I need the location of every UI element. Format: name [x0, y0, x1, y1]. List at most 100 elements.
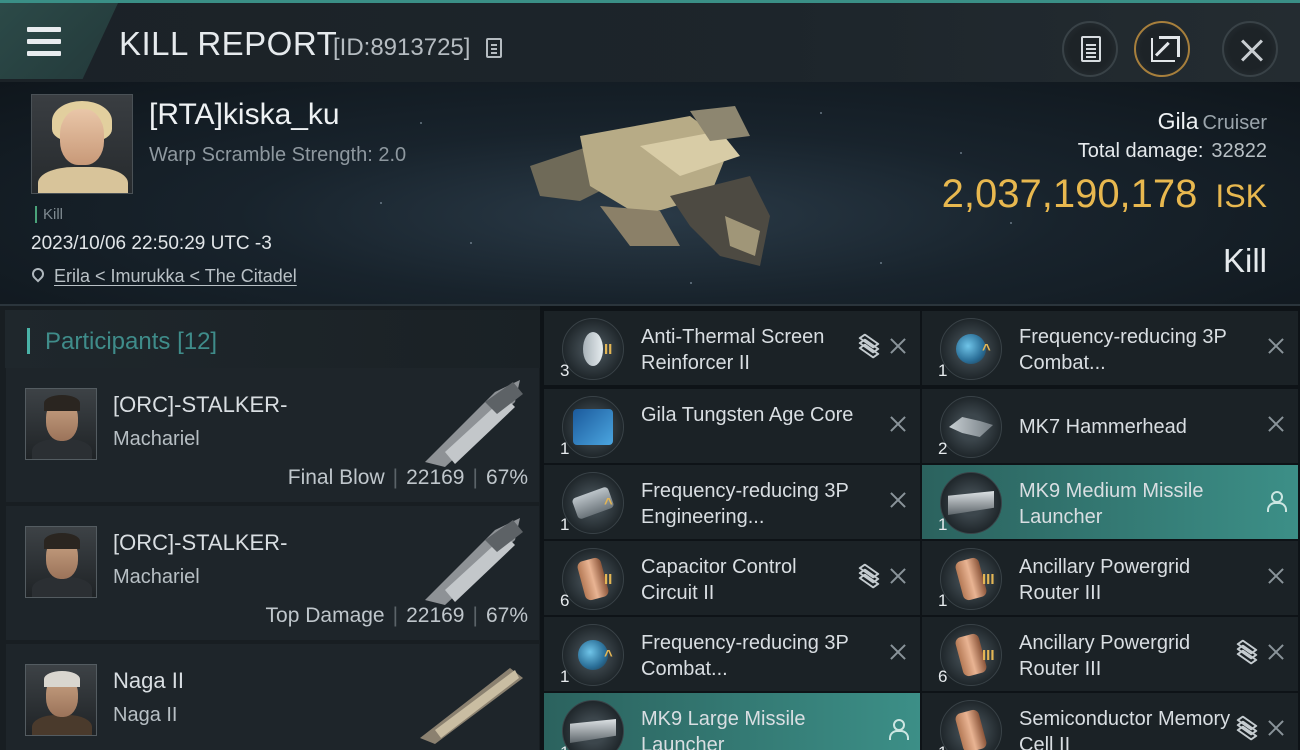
destroyed-x-icon [1266, 414, 1286, 434]
participant-ship: Machariel [113, 566, 200, 588]
item-tier: II [604, 341, 613, 358]
destroyed-x-icon [1266, 566, 1286, 586]
item-name: Capacitor Control Circuit II [641, 556, 797, 604]
stack-icon[interactable] [858, 333, 880, 359]
avatar-hair [44, 671, 80, 687]
stat-separator: | [392, 604, 399, 627]
stack-icon[interactable] [1236, 639, 1258, 665]
item-name: Frequency-reducing 3P Combat... [1019, 326, 1227, 374]
core-icon [562, 396, 624, 458]
clipboard-icon [1081, 36, 1101, 62]
participant-name: Naga II [113, 668, 184, 693]
item-name: Frequency-reducing 3P Combat... [641, 632, 849, 680]
medium-launcher-icon [940, 472, 1002, 534]
result-label: Kill [1222, 242, 1267, 279]
avatar-hair [44, 395, 80, 411]
copy-icon[interactable] [486, 38, 502, 58]
victim-portrait[interactable] [31, 94, 133, 194]
item-slot[interactable]: 1 Gila Tungsten Age Core [544, 389, 920, 463]
hamburger-icon [27, 27, 61, 32]
item-name: MK9 Large Missile Launcher [641, 708, 806, 750]
participant-avatar[interactable] [25, 388, 97, 460]
page-title: KILL REPORT [119, 25, 338, 62]
participant-name: [ORC]-STALKER- [113, 392, 288, 417]
item-slot[interactable]: 6 II Capacitor Control Circuit II [544, 541, 920, 615]
participant-ship-image [425, 380, 523, 467]
launcher-glyph [948, 491, 994, 515]
participant-damage: 22169 [406, 466, 465, 489]
stack-icon[interactable] [1236, 715, 1258, 741]
header-bar: KILL REPORT [ID:8913725] [0, 0, 1300, 82]
menu-button[interactable] [0, 3, 118, 79]
total-damage: Total damage: 32822 [1078, 140, 1267, 163]
kill-tag: Kill [35, 206, 63, 223]
kill-location-link[interactable]: Erila < Imurukka < The Citadel [54, 266, 297, 287]
participant-card[interactable]: Naga II Naga II [6, 644, 539, 750]
core-glyph [573, 409, 613, 445]
portrait-face [60, 109, 104, 165]
item-slot[interactable]: 1 III Ancillary Powergrid Router III [922, 541, 1298, 615]
portrait-shoulders [38, 167, 128, 193]
participants-title-text: Participants [45, 328, 171, 355]
ship-class: Cruiser [1202, 112, 1267, 134]
participant-card[interactable]: [ORC]-STALKER- Machariel Final Blow | 2216… [6, 368, 539, 502]
participant-percent: 67% [485, 466, 528, 489]
item-slot[interactable]: 1 ^ Frequency-reducing 3P Combat... [922, 311, 1298, 385]
stack-icon[interactable] [858, 563, 880, 589]
item-slot[interactable]: 2 MK7 Hammerhead [922, 389, 1298, 463]
avatar-body [32, 715, 92, 735]
participant-avatar[interactable] [25, 664, 97, 736]
item-quantity: 1 [560, 515, 570, 534]
share-icon [1151, 36, 1180, 62]
item-slot-highlighted[interactable]: 1 MK9 Large Missile Launcher [544, 693, 920, 750]
isk-amount: 2,037,190,178 [941, 172, 1198, 216]
destroyed-x-icon [888, 414, 908, 434]
item-slot-highlighted[interactable]: 1 MK9 Medium Missile Launcher [922, 465, 1298, 539]
item-slot[interactable]: 1 Semiconductor Memory Cell II [922, 693, 1298, 750]
item-slot[interactable]: 1 ^ Frequency-reducing 3P Engineering... [544, 465, 920, 539]
participant-avatar[interactable] [25, 526, 97, 598]
avatar-body [32, 577, 92, 597]
stat-separator: | [472, 604, 478, 627]
item-name: MK7 Hammerhead [1019, 416, 1187, 438]
person-icon[interactable] [1266, 491, 1287, 512]
item-quantity: 1 [938, 361, 948, 380]
item-name: Frequency-reducing 3P Engineering... [641, 480, 849, 528]
clipboard-button[interactable] [1062, 21, 1118, 77]
victim-name[interactable]: [RTA]kiska_ku [149, 98, 340, 132]
item-tier: ^ [604, 495, 613, 512]
item-tier: ^ [604, 647, 613, 664]
item-quantity: 1 [560, 743, 569, 750]
victim-panel: [RTA]kiska_ku Warp Scramble Strength: 2.… [0, 82, 1300, 306]
item-name: Ancillary Powergrid Router III [1019, 632, 1191, 680]
participants-header: Participants [12] [5, 310, 540, 368]
item-tier: III [982, 571, 995, 588]
person-icon[interactable] [888, 719, 909, 740]
participant-ship-image [420, 668, 523, 744]
participants-title: Participants [12] [45, 328, 217, 356]
stat-separator: | [392, 466, 399, 489]
item-quantity: 3 [560, 361, 570, 380]
destroyed-x-icon [888, 642, 908, 662]
participant-card[interactable]: [ORC]-STALKER- Machariel Top Damage | 2216… [6, 506, 539, 640]
item-slot[interactable]: 3 II Anti-Thermal Screen Reinforcer II [544, 311, 920, 385]
item-name: Semiconductor Memory Cell II [1019, 708, 1231, 750]
ship-name-text: Gila [1157, 108, 1199, 134]
item-quantity: 1 [938, 515, 948, 534]
item-slot[interactable]: 1 ^ Frequency-reducing 3P Combat... [544, 617, 920, 691]
large-launcher-icon [562, 700, 624, 750]
participant-ship: Machariel [113, 428, 200, 450]
participant-role: Top Damage [265, 604, 385, 627]
item-slot[interactable]: 6 III Ancillary Powergrid Router III [922, 617, 1298, 691]
hamburger-icon-bar [27, 51, 61, 56]
destroyed-x-icon [1266, 336, 1286, 356]
victim-ship-image [530, 106, 770, 266]
combat-rig-icon [562, 624, 624, 686]
share-button[interactable] [1134, 21, 1190, 77]
shield-module-icon [562, 318, 624, 380]
avatar-body [32, 439, 92, 459]
close-button[interactable] [1222, 21, 1278, 77]
stat-separator: | [472, 466, 478, 489]
participant-ship: Naga II [113, 704, 178, 726]
kill-datetime: 2023/10/06 22:50:29 UTC -3 [31, 233, 272, 254]
